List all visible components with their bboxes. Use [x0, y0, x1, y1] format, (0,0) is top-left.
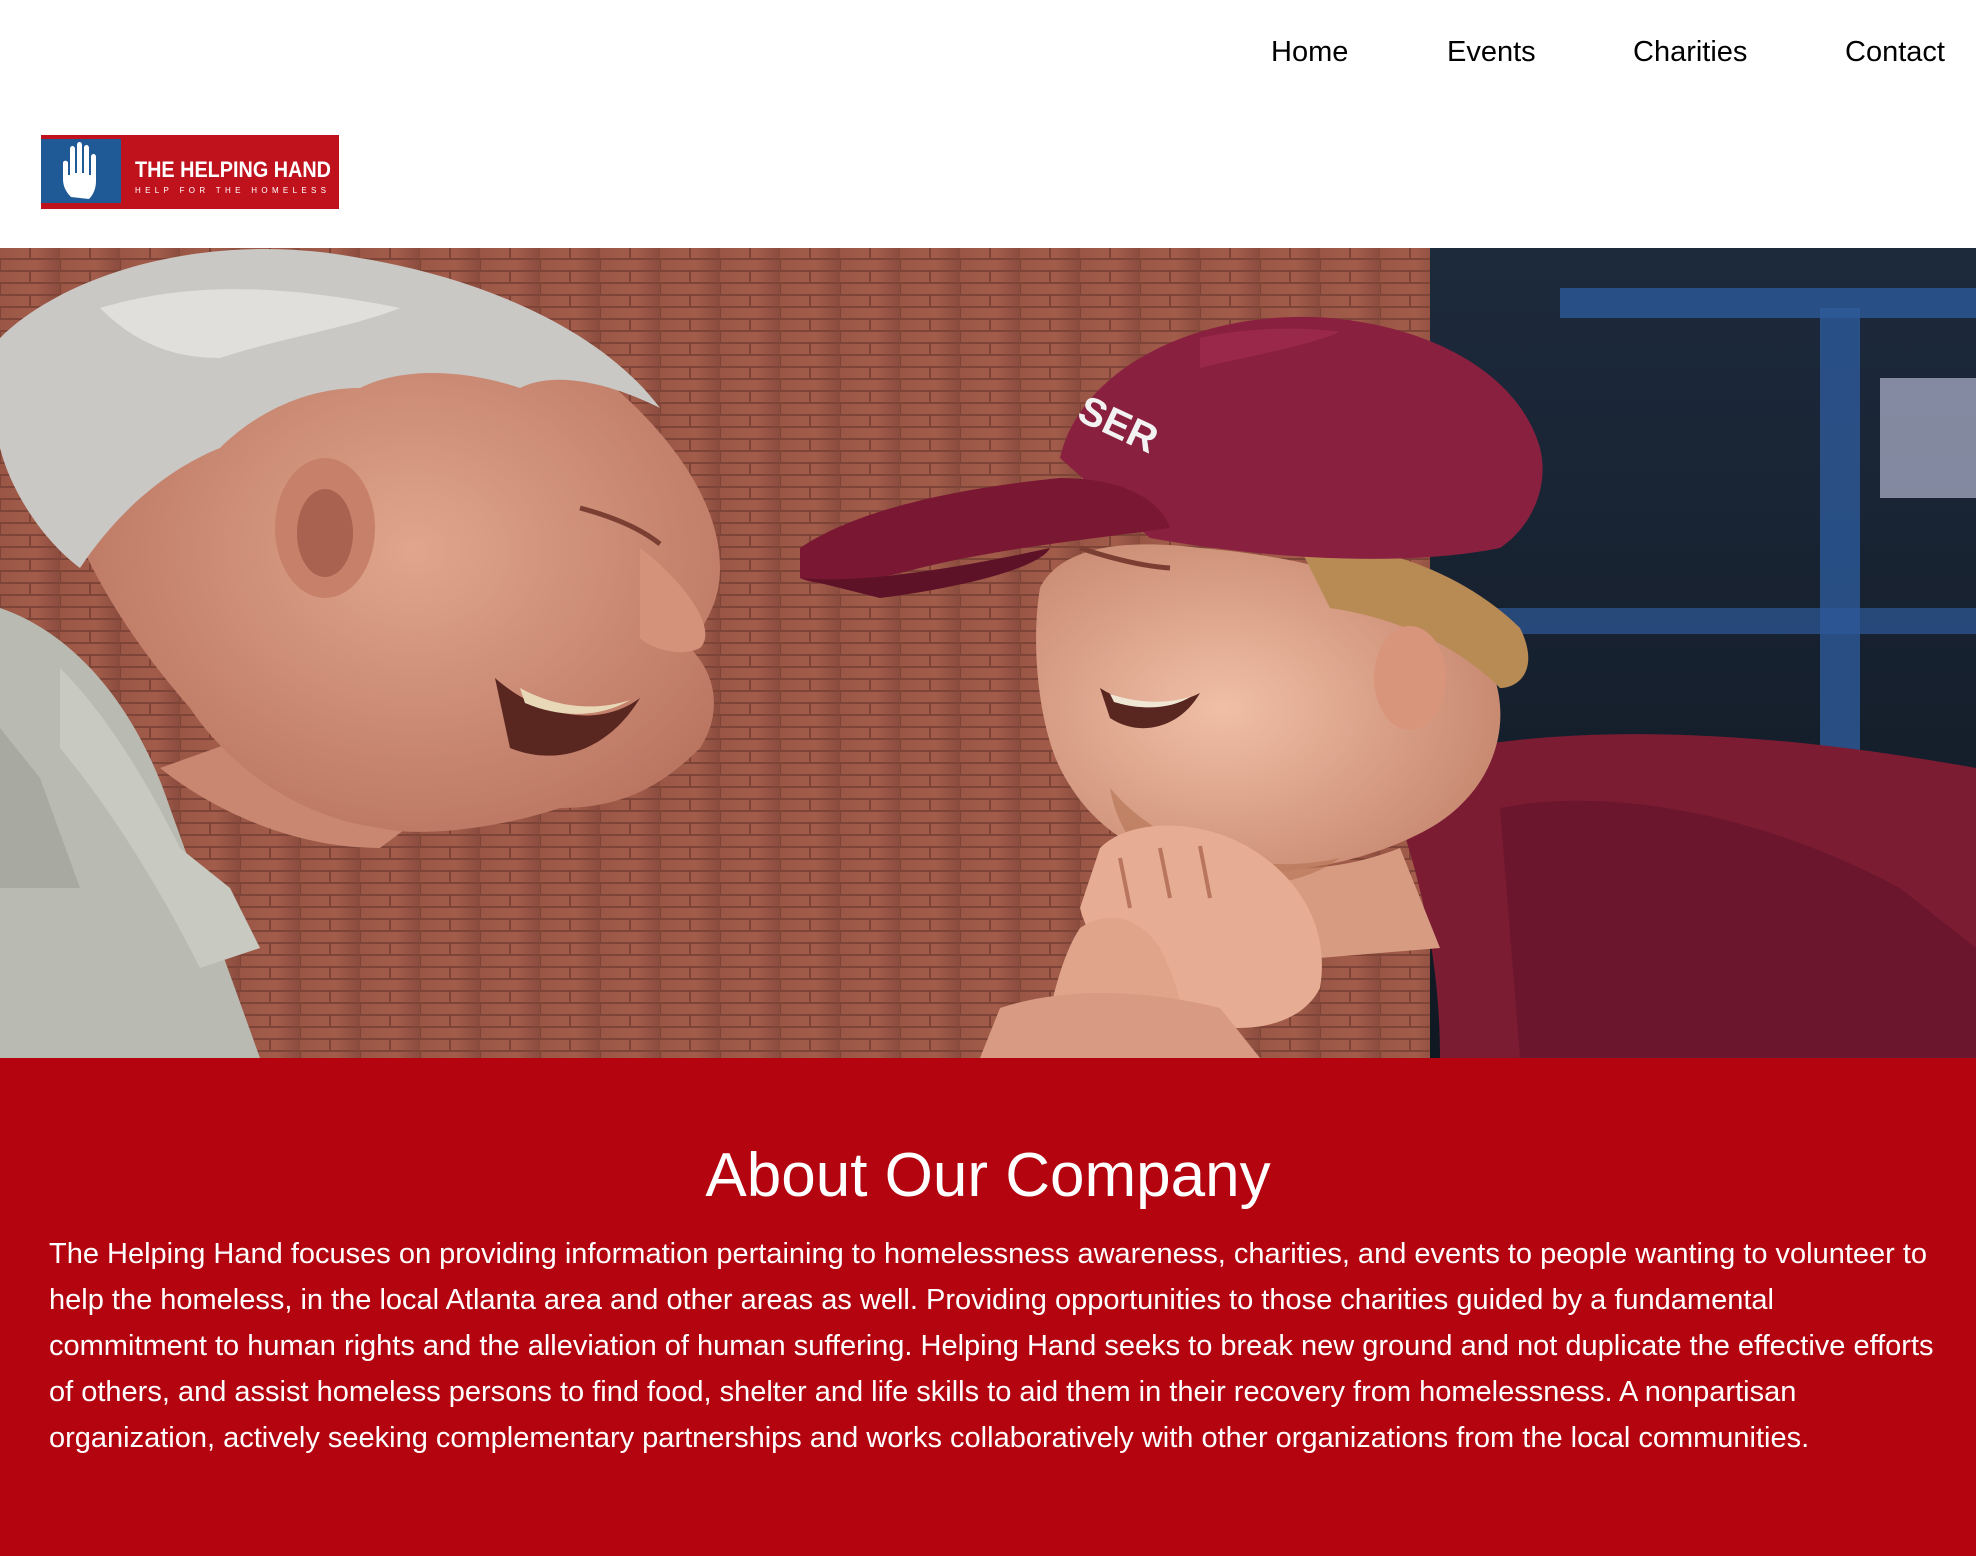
hero-photo: SER — [0, 248, 1976, 1058]
about-section: About Our Company The Helping Hand focus… — [0, 1058, 1976, 1556]
page: Home Events Charities Contact THE HELPIN… — [0, 0, 1976, 1556]
logo-title: THE HELPING HAND — [135, 157, 331, 182]
nav-events-link[interactable]: Events — [1447, 36, 1536, 69]
about-body: The Helping Hand focuses on providing in… — [49, 1238, 1934, 1454]
nav-charities-link[interactable]: Charities — [1633, 36, 1747, 69]
logo-tagline: HELP FOR THE HOMELESS — [135, 186, 329, 195]
nav-contact-link[interactable]: Contact — [1845, 36, 1945, 69]
site-logo[interactable]: THE HELPING HAND HELP FOR THE HOMELESS — [41, 135, 339, 211]
about-title: About Our Company — [705, 1141, 1271, 1210]
nav-home-link[interactable]: Home — [1271, 36, 1348, 69]
